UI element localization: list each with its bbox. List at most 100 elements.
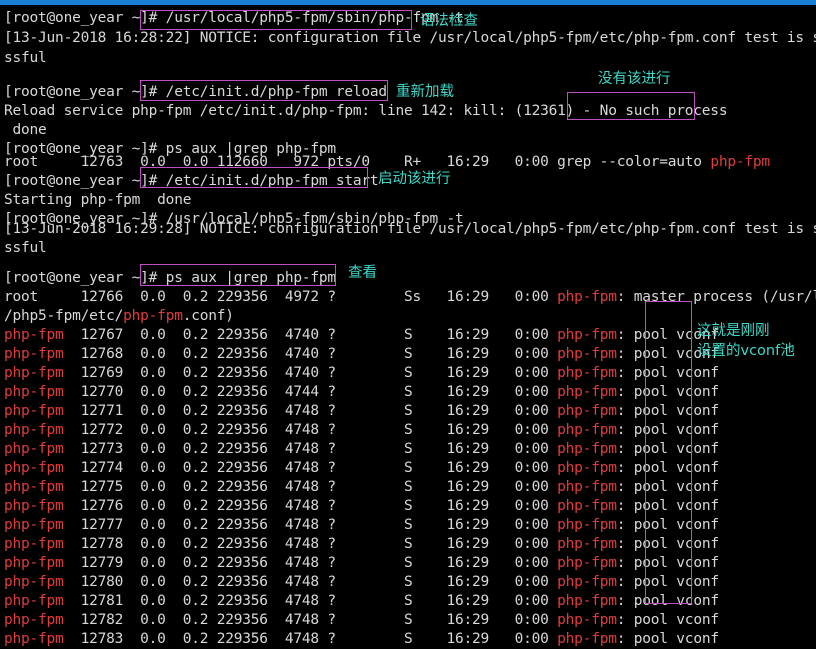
terminal-line: /php5-fpm/etc/php-fpm.conf) — [4, 307, 234, 326]
highlighted-match: php-fpm — [4, 498, 64, 514]
highlighted-match: php-fpm — [557, 593, 617, 609]
terminal-text: 12779 0.0 0.2 229356 4748 ? S 16:29 0:00 — [63, 555, 558, 571]
terminal-text: : pool vconf — [616, 574, 719, 590]
terminal-text: : pool vconf — [616, 593, 719, 609]
terminal-text: : pool vconf — [616, 384, 719, 400]
terminal-text: 12770 0.0 0.2 229356 4744 ? S 16:29 0:00 — [63, 384, 558, 400]
annotation-line: 语法检查 — [420, 13, 478, 29]
highlighted-match: php-fpm — [4, 346, 64, 362]
terminal-text: ssful — [4, 50, 47, 66]
highlighted-match: php-fpm — [557, 536, 617, 552]
terminal-line: php-fpm 12782 0.0 0.2 229356 4748 ? S 16… — [4, 611, 719, 630]
terminal-text: : pool vconf — [616, 498, 719, 514]
annotation-line: 设置的vconf池 — [697, 343, 795, 359]
terminal-text: : pool vconf — [616, 365, 719, 381]
terminal-line: php-fpm 12780 0.0 0.2 229356 4748 ? S 16… — [4, 573, 719, 592]
highlighted-match: php-fpm — [557, 612, 617, 628]
highlighted-match: php-fpm — [4, 384, 64, 400]
highlighted-match: php-fpm — [557, 460, 617, 476]
terminal-text: 12775 0.0 0.2 229356 4748 ? S 16:29 0:00 — [63, 479, 558, 495]
terminal-text: : pool vconf — [616, 403, 719, 419]
terminal-line: done — [4, 121, 47, 140]
highlighted-match: php-fpm — [557, 422, 617, 438]
terminal-line: root 12766 0.0 0.2 229356 4972 ? Ss 16:2… — [4, 288, 816, 307]
highlighted-match: php-fpm — [557, 479, 617, 495]
terminal-text: 12767 0.0 0.2 229356 4740 ? S 16:29 0:00 — [63, 327, 558, 343]
terminal-line: php-fpm 12773 0.0 0.2 229356 4748 ? S 16… — [4, 440, 719, 459]
highlighted-match: php-fpm — [710, 154, 770, 170]
highlighted-match: php-fpm — [557, 403, 617, 419]
highlighted-match: php-fpm — [4, 403, 64, 419]
terminal-text: [13-Jun-2018 16:28:22] NOTICE: configura… — [4, 30, 816, 46]
terminal-text: : pool vconf — [616, 536, 719, 552]
terminal-text: : pool vconf — [616, 479, 719, 495]
highlighted-match: php-fpm — [4, 536, 64, 552]
terminal-line: [root@one_year ~]# /etc/init.d/php-fpm s… — [4, 172, 379, 191]
terminal-line: php-fpm 12774 0.0 0.2 229356 4748 ? S 16… — [4, 459, 719, 478]
terminal-line: [13-Jun-2018 16:29:28] NOTICE: configura… — [4, 220, 816, 239]
highlighted-match: php-fpm — [557, 384, 617, 400]
highlighted-match: php-fpm — [557, 441, 617, 457]
terminal-text: : pool vconf — [616, 441, 719, 457]
highlighted-match: php-fpm — [4, 441, 64, 457]
highlighted-match: php-fpm — [4, 460, 64, 476]
terminal-text: 12782 0.0 0.2 229356 4748 ? S 16:29 0:00 — [63, 612, 558, 628]
terminal-line: php-fpm 12781 0.0 0.2 229356 4748 ? S 16… — [4, 592, 719, 611]
annotation-line: 这就是刚刚 — [697, 323, 770, 339]
terminal-line: php-fpm 12770 0.0 0.2 229356 4744 ? S 16… — [4, 383, 719, 402]
highlighted-match: php-fpm — [557, 631, 617, 647]
terminal-line: [root@one_year ~]# ps aux |grep php-fpm — [4, 269, 336, 288]
terminal-screen[interactable]: [root@one_year ~]# /usr/local/php5-fpm/s… — [0, 5, 816, 647]
ann-reload: 重新加载 — [396, 84, 454, 100]
terminal-line: php-fpm 12775 0.0 0.2 229356 4748 ? S 16… — [4, 478, 719, 497]
ann-view: 查看 — [348, 265, 377, 281]
annotation-line: 没有该进行 — [598, 71, 671, 87]
highlighted-match: php-fpm — [123, 308, 183, 324]
terminal-text: : pool vconf — [616, 517, 719, 533]
terminal-text: ssful — [4, 240, 47, 256]
terminal-line: php-fpm 12777 0.0 0.2 229356 4748 ? S 16… — [4, 516, 719, 535]
ann-start-process: 启动该进行 — [378, 171, 451, 187]
highlighted-match: php-fpm — [557, 365, 617, 381]
terminal-line: Reload service php-fpm /etc/init.d/php-f… — [4, 102, 728, 121]
terminal-text: root 12763 0.0 0.0 112660 972 pts/0 R+ 1… — [4, 154, 711, 170]
terminal-line: php-fpm 12768 0.0 0.2 229356 4740 ? S 16… — [4, 345, 719, 364]
terminal-line: php-fpm 12779 0.0 0.2 229356 4748 ? S 16… — [4, 554, 719, 573]
ann-no-process: 没有该进行 — [598, 71, 671, 87]
highlighted-match: php-fpm — [4, 422, 64, 438]
highlighted-match: php-fpm — [557, 555, 617, 571]
highlighted-match: php-fpm — [4, 631, 64, 647]
terminal-text: 12773 0.0 0.2 229356 4748 ? S 16:29 0:00 — [63, 441, 558, 457]
highlighted-match: php-fpm — [4, 555, 64, 571]
highlighted-match: php-fpm — [4, 479, 64, 495]
highlighted-match: php-fpm — [4, 517, 64, 533]
ann-vconf-pool: 这就是刚刚设置的vconf池 — [697, 321, 795, 361]
terminal-text: 12768 0.0 0.2 229356 4740 ? S 16:29 0:00 — [63, 346, 558, 362]
annotation-line: 查看 — [348, 265, 377, 281]
terminal-text: 12774 0.0 0.2 229356 4748 ? S 16:29 0:00 — [63, 460, 558, 476]
highlighted-match: php-fpm — [557, 327, 617, 343]
terminal-text: 12777 0.0 0.2 229356 4748 ? S 16:29 0:00 — [63, 517, 558, 533]
terminal-line: php-fpm 12772 0.0 0.2 229356 4748 ? S 16… — [4, 421, 719, 440]
terminal-text: : pool vconf — [616, 422, 719, 438]
terminal-line: php-fpm 12771 0.0 0.2 229356 4748 ? S 16… — [4, 402, 719, 421]
annotation-line: 重新加载 — [396, 84, 454, 100]
terminal-line: root 12763 0.0 0.0 112660 972 pts/0 R+ 1… — [4, 153, 770, 172]
highlighted-match: php-fpm — [4, 574, 64, 590]
terminal-text: .conf) — [182, 308, 234, 324]
annotation-line: 启动该进行 — [378, 171, 451, 187]
terminal-text: : pool vconf — [616, 612, 719, 628]
terminal-text: 12769 0.0 0.2 229356 4740 ? S 16:29 0:00 — [63, 365, 558, 381]
highlighted-match: php-fpm — [557, 346, 617, 362]
terminal-text: : pool vconf — [616, 631, 719, 647]
terminal-text: Reload service php-fpm /etc/init.d/php-f… — [4, 103, 728, 119]
terminal-text: 12776 0.0 0.2 229356 4748 ? S 16:29 0:00 — [63, 498, 558, 514]
highlighted-match: php-fpm — [4, 365, 64, 381]
terminal-line: ssful — [4, 239, 47, 258]
terminal-text: [root@one_year ~]# /etc/init.d/php-fpm s… — [4, 173, 379, 189]
terminal-text: done — [4, 122, 47, 138]
highlighted-match: php-fpm — [4, 327, 64, 343]
terminal-text: 12778 0.0 0.2 229356 4748 ? S 16:29 0:00 — [63, 536, 558, 552]
highlighted-match: php-fpm — [557, 498, 617, 514]
terminal-text: : pool vconf — [616, 555, 719, 571]
